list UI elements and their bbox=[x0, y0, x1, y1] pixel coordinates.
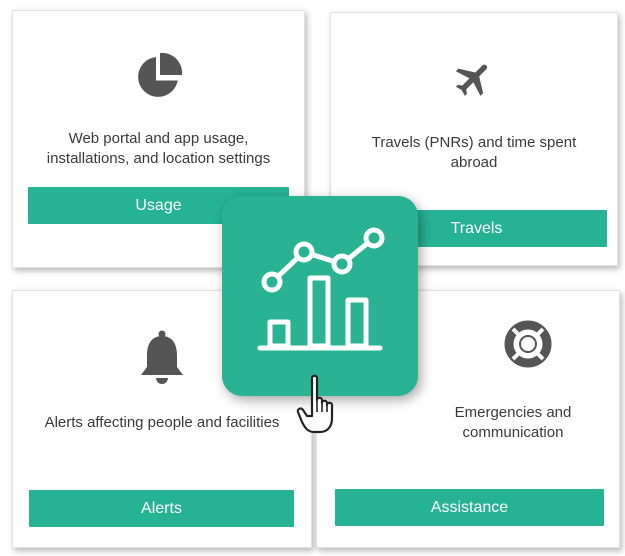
assistance-button[interactable]: Assistance bbox=[335, 489, 604, 526]
analytics-chart-icon bbox=[257, 227, 385, 351]
analytics-tile[interactable] bbox=[222, 196, 418, 396]
travels-description: Travels (PNRs) and time spent abroad bbox=[371, 134, 577, 171]
lifebuoy-icon bbox=[504, 320, 552, 368]
bell-icon bbox=[141, 330, 183, 384]
dashboard-stage: Web portal and app usage, installations,… bbox=[0, 0, 625, 556]
hand-pointer-icon bbox=[296, 374, 334, 434]
alerts-description: Alerts affecting people and facilities bbox=[44, 414, 280, 431]
alerts-button[interactable]: Alerts bbox=[29, 490, 294, 527]
assistance-description: Emergencies and communication bbox=[454, 404, 572, 441]
airplane-icon bbox=[455, 64, 488, 96]
usage-description: Web portal and app usage, installations,… bbox=[46, 130, 271, 167]
pie-chart-icon bbox=[137, 52, 182, 97]
